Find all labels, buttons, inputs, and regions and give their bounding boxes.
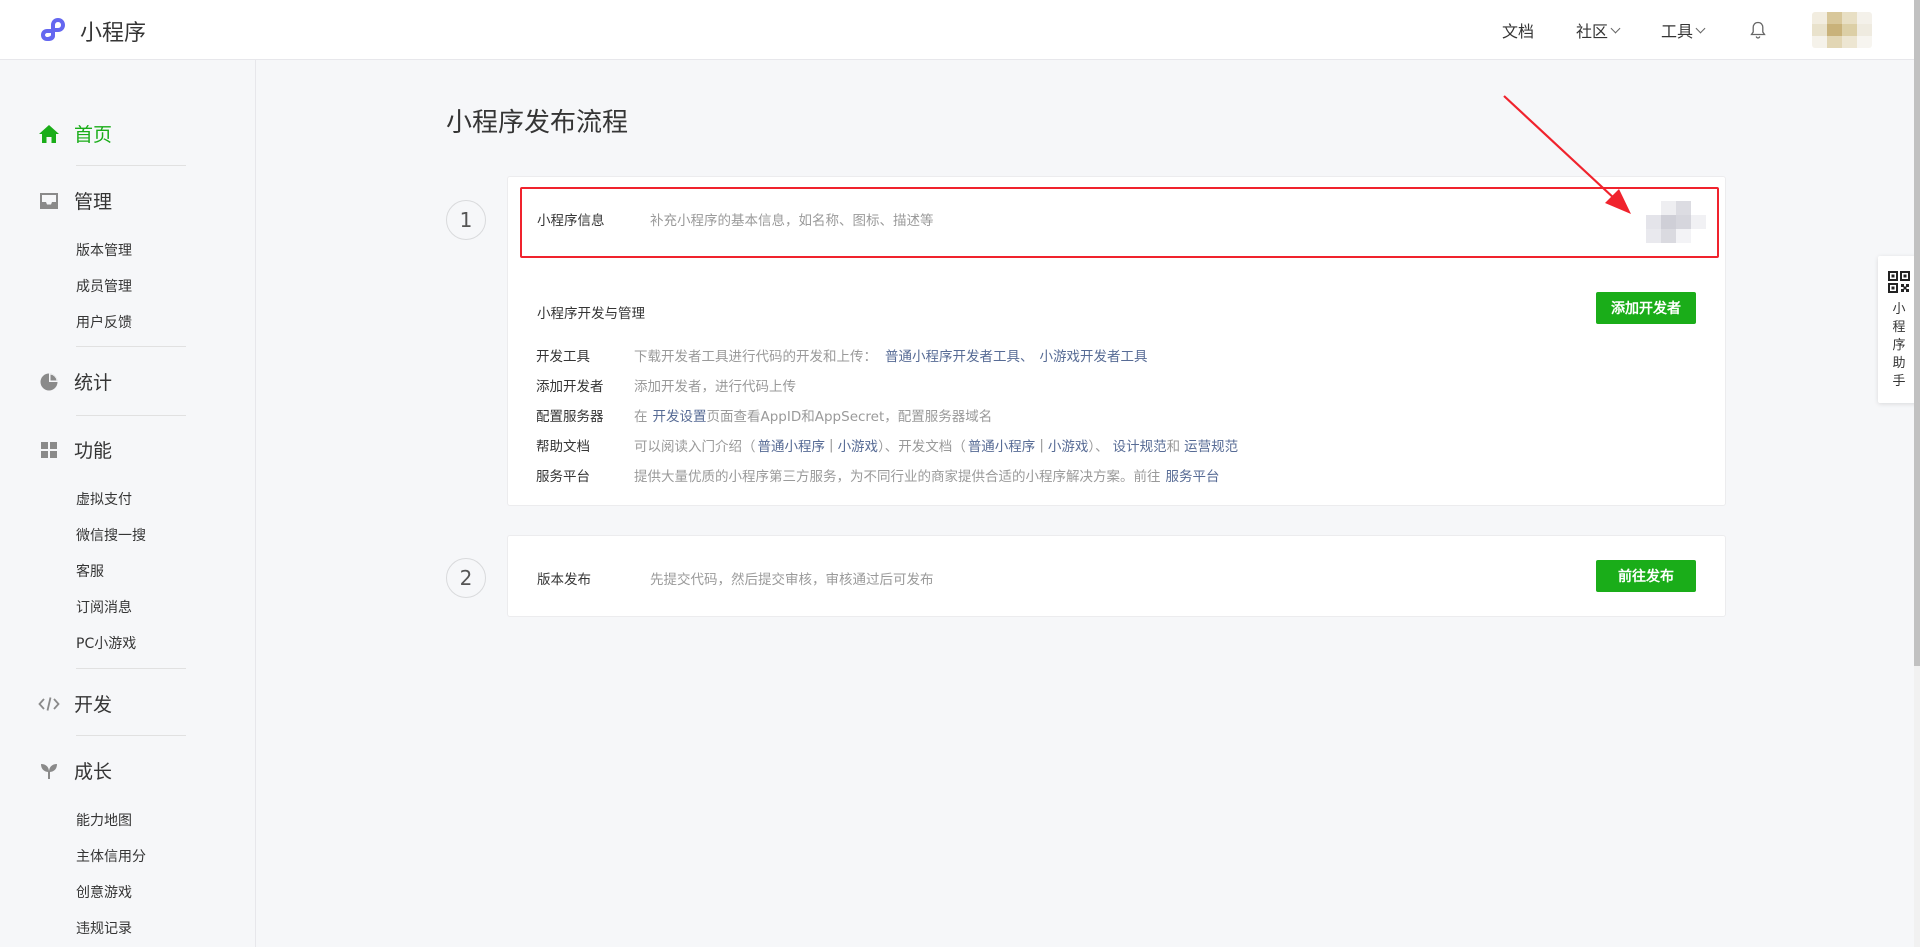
link-intro-minigame[interactable]: 小游戏 [838, 435, 879, 455]
qrcode-icon [1888, 271, 1910, 293]
row-text: ）、 [1088, 439, 1109, 455]
sidebar-item-version-manage[interactable]: 版本管理 [76, 240, 132, 260]
dev-info-list: 开发工具 下载开发者工具进行代码的开发和上传： 普通小程序开发者工具 、 小游戏… [536, 340, 1238, 490]
link-intro-miniprogram[interactable]: 普通小程序 [758, 435, 826, 455]
sidebar-divider [76, 735, 186, 736]
row-text: 添加开发者，进行代码上传 [634, 379, 796, 395]
separator: 、 [1020, 349, 1034, 365]
sidebar: 首页 管理 版本管理 成员管理 用户反馈 统计 功能 虚拟支付 微信搜一搜 客服… [0, 60, 256, 947]
row-key: 添加开发者 [536, 379, 604, 395]
sidebar-divider [76, 415, 186, 416]
sidebar-item-features[interactable]: 功能 [38, 436, 112, 463]
sidebar-item-label: 管理 [74, 191, 113, 213]
nav-docs[interactable]: 文档 [1502, 18, 1534, 42]
list-item: 配置服务器 在 开发设置 页面查看AppID和AppSecret，配置服务器域名 [536, 400, 1238, 430]
chevron-down-icon [1610, 23, 1621, 33]
scrollbar-thumb[interactable] [1914, 0, 1920, 666]
nav-community-label: 社区 [1575, 22, 1608, 41]
separator: | [1039, 437, 1044, 453]
link-dev-settings[interactable]: 开发设置 [653, 405, 707, 425]
inbox-icon [38, 190, 60, 212]
row-text: ）、开发文档（ [878, 439, 966, 455]
home-icon [38, 123, 60, 145]
avatar[interactable] [1812, 12, 1872, 48]
go-release-button[interactable]: 前往发布 [1596, 560, 1696, 592]
highlight-annotation-box [520, 187, 1719, 258]
sidebar-item-label: 功能 [74, 440, 113, 462]
sidebar-item-develop[interactable]: 开发 [38, 690, 112, 717]
row-text: 提供大量优质的小程序第三方服务，为不同行业的商家提供合适的小程序解决方案。前往 [634, 469, 1161, 485]
step-number: 1 [446, 200, 486, 240]
vertical-scrollbar[interactable] [1914, 0, 1920, 947]
row-text: 可以阅读入门介绍（ [634, 439, 756, 455]
sidebar-item-label: 首页 [74, 124, 113, 146]
sidebar-item-pc-minigame[interactable]: PC小游戏 [76, 633, 136, 653]
row-key: 帮助文档 [536, 439, 590, 455]
link-design-guidelines[interactable]: 设计规范 [1113, 435, 1167, 455]
bell-icon[interactable] [1748, 19, 1768, 41]
sprout-icon [38, 760, 60, 782]
sidebar-item-home[interactable]: 首页 [38, 120, 112, 147]
sidebar-item-virtual-pay[interactable]: 虚拟支付 [76, 489, 132, 509]
row-text: 下载开发者工具进行代码的开发和上传： [634, 349, 877, 365]
nav-tools-label: 工具 [1660, 22, 1693, 41]
sidebar-item-manage[interactable]: 管理 [38, 187, 112, 214]
row-key: 服务平台 [536, 469, 590, 485]
list-item: 开发工具 下载开发者工具进行代码的开发和上传： 普通小程序开发者工具 、 小游戏… [536, 340, 1238, 370]
logo-text: 小程序 [80, 21, 147, 46]
page-title: 小程序发布流程 [446, 108, 629, 138]
list-item: 帮助文档 可以阅读入门介绍（ 普通小程序 | 小游戏 ）、开发文档（ 普通小程序… [536, 430, 1238, 460]
release-title: 版本发布 [537, 572, 591, 588]
link-docs-minigame[interactable]: 小游戏 [1048, 435, 1089, 455]
grid-icon [38, 439, 60, 461]
row-text: 在 [634, 409, 648, 425]
row-text: 和 [1166, 439, 1181, 455]
sidebar-item-label: 成长 [74, 761, 113, 783]
sidebar-divider [76, 346, 186, 347]
assistant-label: 小程序助手 [1892, 302, 1906, 389]
sidebar-item-customer-service[interactable]: 客服 [76, 561, 104, 581]
separator: | [829, 437, 834, 453]
sidebar-item-subscribe-message[interactable]: 订阅消息 [76, 597, 132, 617]
sidebar-item-growth[interactable]: 成长 [38, 757, 112, 784]
sidebar-item-member-manage[interactable]: 成员管理 [76, 276, 132, 296]
sidebar-item-credit-score[interactable]: 主体信用分 [76, 846, 146, 866]
sidebar-item-capability-map[interactable]: 能力地图 [76, 810, 132, 830]
sidebar-divider [76, 165, 186, 166]
dev-section-title: 小程序开发与管理 [537, 306, 645, 322]
sidebar-divider [76, 668, 186, 669]
nav-community[interactable]: 社区 [1575, 18, 1621, 42]
add-developer-button[interactable]: 添加开发者 [1596, 292, 1696, 324]
logo[interactable]: 小程序 [38, 14, 146, 48]
sidebar-item-label: 开发 [74, 694, 113, 716]
link-miniprogram-devtools[interactable]: 普通小程序开发者工具 [885, 345, 1020, 365]
sidebar-item-wechat-search[interactable]: 微信搜一搜 [76, 525, 146, 545]
row-text: 页面查看AppID和AppSecret，配置服务器域名 [706, 409, 993, 425]
sidebar-item-label: 统计 [74, 372, 113, 394]
link-docs-miniprogram[interactable]: 普通小程序 [968, 435, 1036, 455]
sidebar-item-violation-records[interactable]: 违规记录 [76, 918, 132, 938]
step-number: 2 [446, 558, 486, 598]
link-service-platform[interactable]: 服务平台 [1166, 465, 1220, 485]
release-desc: 先提交代码，然后提交审核，审核通过后可发布 [650, 572, 934, 588]
link-minigame-devtools[interactable]: 小游戏开发者工具 [1040, 345, 1148, 365]
row-key: 配置服务器 [536, 409, 604, 425]
top-nav: 文档 社区 工具 [1460, 0, 1872, 60]
sidebar-item-creative-games[interactable]: 创意游戏 [76, 882, 132, 902]
nav-docs-label: 文档 [1501, 22, 1534, 41]
pie-chart-icon [38, 371, 60, 393]
sidebar-item-stats[interactable]: 统计 [38, 368, 112, 395]
link-operation-guidelines[interactable]: 运营规范 [1184, 435, 1238, 455]
nav-tools[interactable]: 工具 [1660, 18, 1706, 42]
chevron-down-icon [1695, 23, 1706, 33]
code-icon [38, 693, 60, 715]
top-navbar: 小程序 文档 社区 工具 [0, 0, 1920, 60]
miniprogram-logo-icon [41, 18, 65, 41]
sidebar-item-user-feedback[interactable]: 用户反馈 [76, 312, 132, 332]
row-key: 开发工具 [536, 349, 590, 365]
list-item: 服务平台 提供大量优质的小程序第三方服务，为不同行业的商家提供合适的小程序解决方… [536, 460, 1238, 490]
list-item: 添加开发者 添加开发者，进行代码上传 [536, 370, 1238, 400]
